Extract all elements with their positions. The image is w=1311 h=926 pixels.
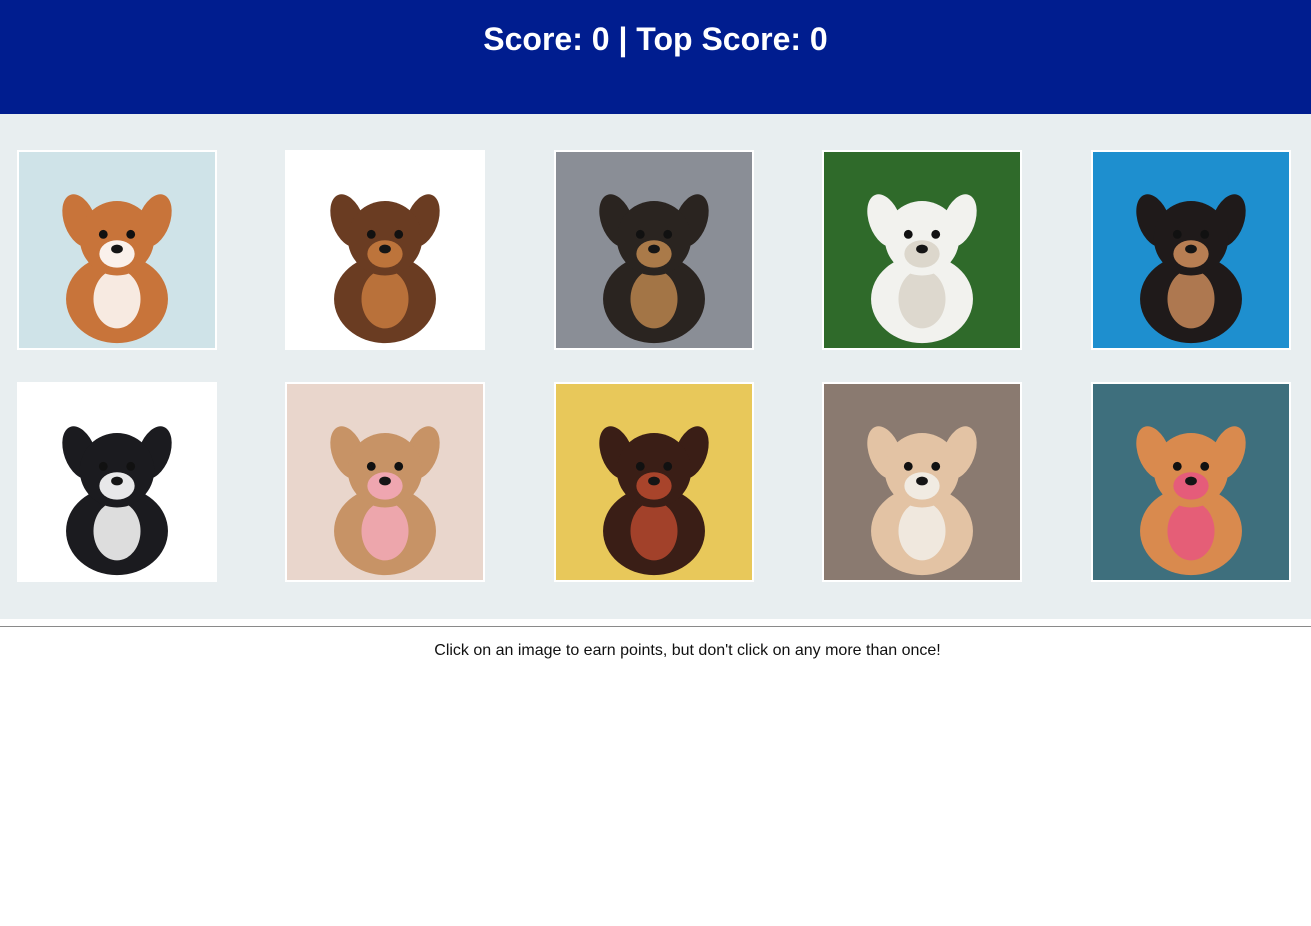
puppy-image-10 <box>1093 384 1289 580</box>
puppy-card-dachshund[interactable] <box>554 382 754 582</box>
game-instructions: Click on an image to earn points, but do… <box>434 642 941 659</box>
puppy-card-corgi-on-blue[interactable] <box>1091 150 1291 350</box>
image-gallery <box>0 114 1311 619</box>
footer-divider <box>0 626 1311 627</box>
score-header: Score: 0 | Top Score: 0 <box>0 0 1311 114</box>
puppy-image-5 <box>1093 152 1289 348</box>
puppy-card-two-yorkies[interactable] <box>554 150 754 350</box>
puppy-card-white-lab-on-grass[interactable] <box>822 150 1022 350</box>
puppy-image-7 <box>287 384 483 580</box>
puppy-card-corgi-mix-on-deck[interactable] <box>17 150 217 350</box>
puppy-image-1 <box>19 152 215 348</box>
puppy-card-litter-group[interactable] <box>285 150 485 350</box>
puppy-image-2 <box>287 152 483 348</box>
puppy-image-3 <box>556 152 752 348</box>
puppy-image-8 <box>556 384 752 580</box>
puppy-card-poodle-with-rose[interactable] <box>285 382 485 582</box>
puppy-image-6 <box>19 384 215 580</box>
puppy-card-french-bulldog[interactable] <box>822 382 1022 582</box>
score-display: Score: 0 | Top Score: 0 <box>483 21 828 57</box>
puppy-card-border-collie[interactable] <box>17 382 217 582</box>
puppy-image-9 <box>824 384 1020 580</box>
puppy-card-golden-puppy[interactable] <box>1091 382 1291 582</box>
puppy-image-4 <box>824 152 1020 348</box>
